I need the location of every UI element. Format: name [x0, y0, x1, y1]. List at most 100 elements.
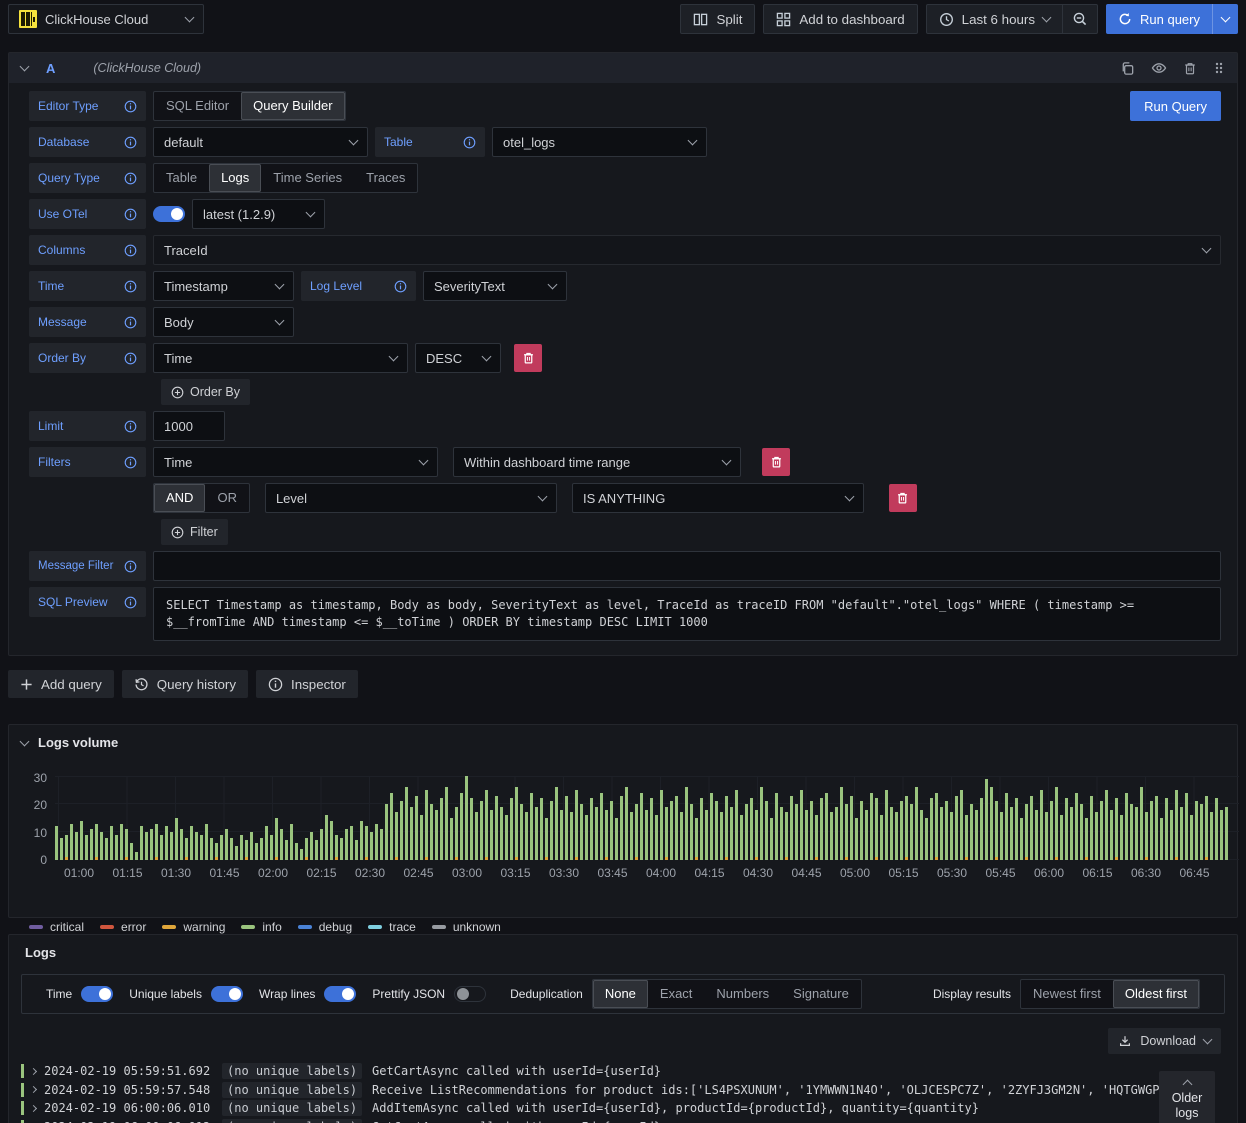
- volume-bar: [1110, 809, 1113, 860]
- volume-bar: [525, 812, 528, 860]
- remove-order-by-button[interactable]: [514, 344, 542, 372]
- option-newest-first[interactable]: Newest first: [1021, 980, 1113, 1008]
- condition-operator-select[interactable]: IS ANYTHING: [571, 483, 864, 513]
- option-table[interactable]: Table: [154, 164, 209, 192]
- option-and[interactable]: AND: [154, 484, 206, 512]
- columns-multiselect[interactable]: TraceId: [153, 235, 1221, 265]
- hide-response-eye-icon[interactable]: [1151, 60, 1167, 76]
- collapse-query-icon[interactable]: [19, 61, 30, 72]
- info-icon[interactable]: [124, 560, 137, 573]
- option-logs[interactable]: Logs: [209, 164, 262, 192]
- expand-log-chevron-icon[interactable]: [29, 1086, 38, 1094]
- otel-version-select[interactable]: latest (1.2.9): [192, 199, 325, 229]
- option-exact[interactable]: Exact: [648, 980, 705, 1008]
- legend-item-trace[interactable]: trace: [368, 920, 416, 934]
- toggle-switch[interactable]: [81, 986, 114, 1002]
- table-select[interactable]: otel_logs: [492, 127, 707, 157]
- volume-bar: [510, 798, 513, 860]
- collapse-section-icon[interactable]: [19, 736, 30, 746]
- log-row[interactable]: 2024-02-19 05:59:57.548 (no unique labels…: [21, 1081, 1237, 1100]
- filter-operator-select[interactable]: Within dashboard time range: [453, 447, 741, 477]
- option-signature[interactable]: Signature: [781, 980, 861, 1008]
- condition-field-select[interactable]: Level: [264, 483, 557, 513]
- message-filter-row: Message Filter: [29, 551, 1221, 581]
- legend-item-info[interactable]: info: [241, 920, 282, 934]
- zoom-out-time-button[interactable]: [1063, 4, 1099, 34]
- logs-volume-header[interactable]: Logs volume: [9, 725, 1237, 750]
- run-query-dropdown[interactable]: [1212, 4, 1238, 34]
- time-range-picker[interactable]: Last 6 hours: [925, 4, 1064, 34]
- time-column-select[interactable]: Timestamp: [153, 271, 294, 301]
- info-icon[interactable]: [124, 100, 137, 113]
- message-filter-input[interactable]: [153, 551, 1221, 581]
- option-time-series[interactable]: Time Series: [261, 164, 354, 192]
- older-logs-button[interactable]: Older logs: [1159, 1071, 1215, 1123]
- query-row-header[interactable]: A (ClickHouse Cloud): [9, 53, 1237, 83]
- split-button[interactable]: Split: [680, 4, 756, 34]
- legend-item-unknown[interactable]: unknown: [431, 920, 501, 934]
- volume-bar: [815, 815, 818, 860]
- run-query-inline-button[interactable]: Run Query: [1130, 91, 1221, 121]
- add-order-by-button[interactable]: Order By: [161, 379, 251, 405]
- message-select[interactable]: Body: [153, 307, 294, 337]
- info-icon[interactable]: [124, 316, 137, 329]
- info-icon[interactable]: [124, 596, 137, 609]
- order-by-column-select[interactable]: Time: [153, 343, 408, 373]
- info-icon[interactable]: [124, 280, 137, 293]
- info-icon[interactable]: [124, 136, 137, 149]
- query-ref-id: A: [46, 60, 56, 76]
- info-icon[interactable]: [463, 136, 476, 149]
- volume-bar: [170, 832, 173, 860]
- logs-volume-plot[interactable]: [55, 776, 1239, 860]
- add-query-button[interactable]: Add query: [8, 670, 114, 698]
- order-by-direction-select[interactable]: DESC: [415, 343, 501, 373]
- inspector-button[interactable]: Inspector: [256, 670, 358, 698]
- drag-handle-icon[interactable]: [1213, 61, 1225, 75]
- legend-item-critical[interactable]: critical: [29, 920, 84, 934]
- option-sql-editor[interactable]: SQL Editor: [154, 92, 241, 120]
- run-query-button[interactable]: Run query: [1106, 4, 1212, 34]
- info-icon[interactable]: [124, 420, 137, 433]
- datasource-picker[interactable]: ClickHouse Cloud: [8, 4, 204, 34]
- option-numbers[interactable]: Numbers: [704, 980, 781, 1008]
- add-filter-button[interactable]: Filter: [161, 519, 228, 545]
- option-none[interactable]: None: [592, 980, 648, 1008]
- info-icon[interactable]: [124, 172, 137, 185]
- use-otel-switch[interactable]: [153, 206, 185, 222]
- info-icon[interactable]: [394, 280, 407, 293]
- remove-query-trash-icon[interactable]: [1183, 61, 1197, 76]
- add-to-dashboard-button[interactable]: Add to dashboard: [763, 4, 918, 34]
- limit-input[interactable]: [153, 411, 225, 441]
- log-row[interactable]: 2024-02-19 06:00:06.012(no unique labels…: [21, 1118, 1237, 1123]
- info-icon[interactable]: [124, 208, 137, 221]
- info-icon[interactable]: [124, 352, 137, 365]
- filter-field-select[interactable]: Time: [153, 447, 438, 477]
- legend-item-debug[interactable]: debug: [297, 920, 352, 934]
- log-row[interactable]: 2024-02-19 06:00:06.010 (no unique labels…: [21, 1099, 1237, 1118]
- download-button[interactable]: Download: [1108, 1028, 1221, 1054]
- legend-item-warning[interactable]: warning: [162, 920, 225, 934]
- database-select[interactable]: default: [153, 127, 368, 157]
- remove-filter-button[interactable]: [762, 448, 790, 476]
- legend-item-error[interactable]: error: [100, 920, 146, 934]
- option-or[interactable]: OR: [205, 484, 249, 512]
- volume-bar: [420, 815, 423, 860]
- log-row[interactable]: 2024-02-19 05:59:51.692 (no unique labels…: [21, 1062, 1237, 1081]
- remove-condition-button[interactable]: [888, 484, 917, 512]
- option-oldest-first[interactable]: Oldest first: [1112, 980, 1199, 1008]
- volume-bar: [1220, 809, 1223, 860]
- option-query-builder[interactable]: Query Builder: [241, 92, 345, 120]
- toggle-switch[interactable]: [454, 986, 487, 1002]
- expand-log-chevron-icon[interactable]: [29, 1104, 38, 1112]
- info-icon[interactable]: [124, 244, 137, 257]
- option-traces[interactable]: Traces: [354, 164, 417, 192]
- volume-bar: [550, 801, 553, 860]
- info-icon[interactable]: [124, 456, 137, 469]
- deduplication-label: Deduplication: [510, 987, 583, 1001]
- toggle-switch[interactable]: [210, 986, 243, 1002]
- toggle-switch[interactable]: [324, 986, 357, 1002]
- expand-log-chevron-icon[interactable]: [29, 1067, 38, 1075]
- query-history-button[interactable]: Query history: [121, 670, 249, 698]
- duplicate-query-icon[interactable]: [1120, 61, 1135, 76]
- log-level-select[interactable]: SeverityText: [423, 271, 567, 301]
